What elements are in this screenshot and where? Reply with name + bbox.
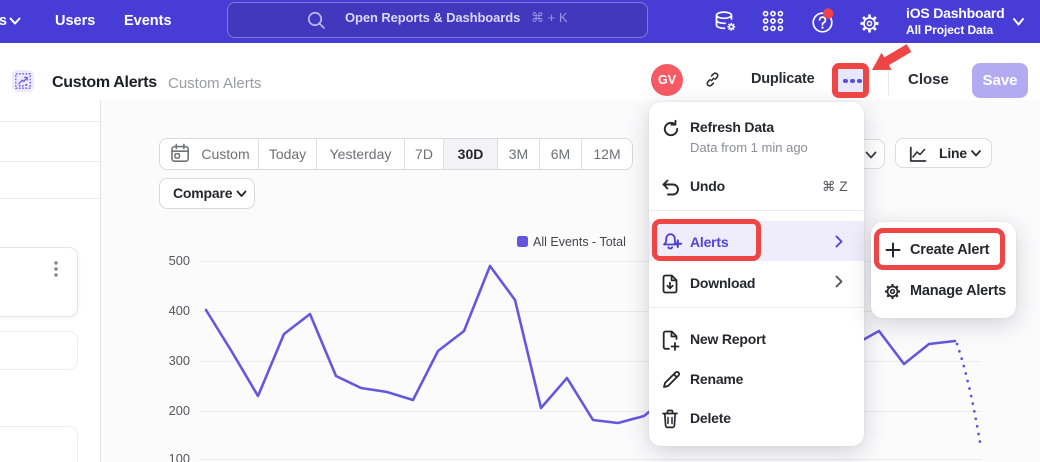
svg-text:200: 200 (169, 403, 190, 418)
svg-text:100: 100 (169, 451, 190, 462)
svg-text:All Events - Total: All Events - Total (533, 235, 626, 249)
svg-text:400: 400 (169, 303, 190, 318)
svg-text:500: 500 (169, 253, 190, 268)
svg-text:300: 300 (169, 353, 190, 368)
